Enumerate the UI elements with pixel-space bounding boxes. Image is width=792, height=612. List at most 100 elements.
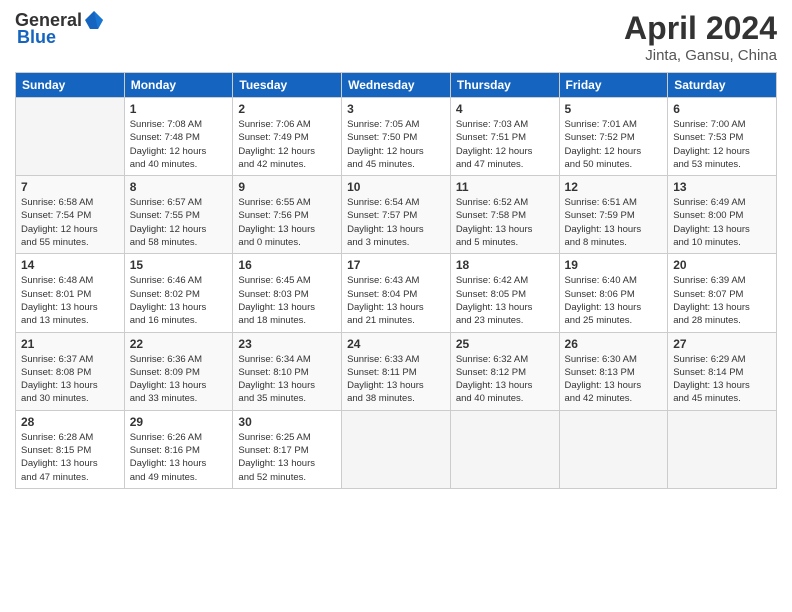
calendar-cell [16,98,125,176]
day-number: 2 [238,102,336,116]
logo-icon [83,9,105,31]
day-info: Sunrise: 7:06 AM Sunset: 7:49 PM Dayligh… [238,118,336,171]
day-number: 4 [456,102,554,116]
calendar-cell: 30 Sunrise: 6:25 AM Sunset: 8:17 PM Dayli… [233,410,342,488]
month-title: April 2024 [624,10,777,47]
day-info: Sunrise: 6:33 AM Sunset: 8:11 PM Dayligh… [347,353,445,406]
calendar-cell: 10 Sunrise: 6:54 AM Sunset: 7:57 PM Dayli… [342,176,451,254]
calendar-cell: 17Sunrise: 6:43 AM Sunset: 8:04 PM Dayli… [342,254,451,332]
day-number: 15 [130,258,228,272]
logo: General Blue [15,10,105,48]
calendar-cell: 12 Sunrise: 6:51 AM Sunset: 7:59 PM Dayli… [559,176,668,254]
day-info: Sunrise: 6:48 AM Sunset: 8:01 PM Dayligh… [21,274,119,327]
day-number: 19 [565,258,663,272]
calendar-cell: 22 Sunrise: 6:36 AM Sunset: 8:09 PM Dayli… [124,332,233,410]
day-number: 17 [347,258,445,272]
calendar-week-row: 14 Sunrise: 6:48 AM Sunset: 8:01 PM Dayli… [16,254,777,332]
day-number: 12 [565,180,663,194]
calendar-cell: 5Sunrise: 7:01 AM Sunset: 7:52 PM Daylig… [559,98,668,176]
calendar-week-row: 28 Sunrise: 6:28 AM Sunset: 8:15 PM Dayli… [16,410,777,488]
calendar-cell: 4 Sunrise: 7:03 AM Sunset: 7:51 PM Daylig… [450,98,559,176]
calendar-week-row: 7 Sunrise: 6:58 AM Sunset: 7:54 PM Daylig… [16,176,777,254]
calendar-cell: 15 Sunrise: 6:46 AM Sunset: 8:02 PM Dayli… [124,254,233,332]
weekday-header: Tuesday [233,73,342,98]
day-number: 22 [130,337,228,351]
day-number: 6 [673,102,771,116]
day-number: 9 [238,180,336,194]
calendar-cell [450,410,559,488]
day-number: 24 [347,337,445,351]
day-info: Sunrise: 7:08 AM Sunset: 7:48 PM Dayligh… [130,118,228,171]
weekday-header: Wednesday [342,73,451,98]
title-block: April 2024 Jinta, Gansu, China [624,10,777,64]
day-number: 1 [130,102,228,116]
day-info: Sunrise: 6:42 AM Sunset: 8:05 PM Dayligh… [456,274,554,327]
calendar-cell: 23 Sunrise: 6:34 AM Sunset: 8:10 PM Dayli… [233,332,342,410]
day-number: 30 [238,415,336,429]
calendar-cell: 8Sunrise: 6:57 AM Sunset: 7:55 PM Daylig… [124,176,233,254]
day-number: 16 [238,258,336,272]
day-number: 14 [21,258,119,272]
calendar-cell: 24 Sunrise: 6:33 AM Sunset: 8:11 PM Dayli… [342,332,451,410]
calendar-cell [559,410,668,488]
calendar-cell: 1 Sunrise: 7:08 AM Sunset: 7:48 PM Daylig… [124,98,233,176]
day-info: Sunrise: 6:28 AM Sunset: 8:15 PM Dayligh… [21,431,119,484]
day-number: 8 [130,180,228,194]
day-info: Sunrise: 6:36 AM Sunset: 8:09 PM Dayligh… [130,353,228,406]
calendar-cell: 7 Sunrise: 6:58 AM Sunset: 7:54 PM Daylig… [16,176,125,254]
calendar-cell: 9 Sunrise: 6:55 AM Sunset: 7:56 PM Daylig… [233,176,342,254]
calendar-cell: 14 Sunrise: 6:48 AM Sunset: 8:01 PM Dayli… [16,254,125,332]
calendar-cell: 2 Sunrise: 7:06 AM Sunset: 7:49 PM Daylig… [233,98,342,176]
day-number: 20 [673,258,771,272]
calendar-cell: 29 Sunrise: 6:26 AM Sunset: 8:16 PM Dayli… [124,410,233,488]
day-number: 27 [673,337,771,351]
day-number: 29 [130,415,228,429]
weekday-header-row: SundayMondayTuesdayWednesdayThursdayFrid… [16,73,777,98]
calendar-cell: 26 Sunrise: 6:30 AM Sunset: 8:13 PM Dayli… [559,332,668,410]
day-info: Sunrise: 6:40 AM Sunset: 8:06 PM Dayligh… [565,274,663,327]
day-info: Sunrise: 6:46 AM Sunset: 8:02 PM Dayligh… [130,274,228,327]
day-number: 18 [456,258,554,272]
weekday-header: Monday [124,73,233,98]
day-number: 23 [238,337,336,351]
day-info: Sunrise: 6:30 AM Sunset: 8:13 PM Dayligh… [565,353,663,406]
location-title: Jinta, Gansu, China [624,47,777,64]
weekday-header: Saturday [668,73,777,98]
day-info: Sunrise: 7:05 AM Sunset: 7:50 PM Dayligh… [347,118,445,171]
day-info: Sunrise: 6:51 AM Sunset: 7:59 PM Dayligh… [565,196,663,249]
calendar-cell: 21 Sunrise: 6:37 AM Sunset: 8:08 PM Dayli… [16,332,125,410]
day-info: Sunrise: 7:01 AM Sunset: 7:52 PM Dayligh… [565,118,663,171]
calendar-cell: 11 Sunrise: 6:52 AM Sunset: 7:58 PM Dayli… [450,176,559,254]
day-number: 13 [673,180,771,194]
day-info: Sunrise: 6:52 AM Sunset: 7:58 PM Dayligh… [456,196,554,249]
day-info: Sunrise: 7:00 AM Sunset: 7:53 PM Dayligh… [673,118,771,171]
header: General Blue April 2024 Jinta, Gansu, Ch… [15,10,777,64]
day-info: Sunrise: 6:49 AM Sunset: 8:00 PM Dayligh… [673,196,771,249]
day-info: Sunrise: 6:54 AM Sunset: 7:57 PM Dayligh… [347,196,445,249]
calendar-cell: 18 Sunrise: 6:42 AM Sunset: 8:05 PM Dayli… [450,254,559,332]
calendar-cell: 27Sunrise: 6:29 AM Sunset: 8:14 PM Dayli… [668,332,777,410]
day-info: Sunrise: 7:03 AM Sunset: 7:51 PM Dayligh… [456,118,554,171]
day-number: 26 [565,337,663,351]
day-info: Sunrise: 6:55 AM Sunset: 7:56 PM Dayligh… [238,196,336,249]
calendar-cell [342,410,451,488]
day-info: Sunrise: 6:34 AM Sunset: 8:10 PM Dayligh… [238,353,336,406]
weekday-header: Thursday [450,73,559,98]
weekday-header: Sunday [16,73,125,98]
weekday-header: Friday [559,73,668,98]
day-info: Sunrise: 6:25 AM Sunset: 8:17 PM Dayligh… [238,431,336,484]
day-number: 10 [347,180,445,194]
day-info: Sunrise: 6:58 AM Sunset: 7:54 PM Dayligh… [21,196,119,249]
day-number: 7 [21,180,119,194]
calendar-cell: 28 Sunrise: 6:28 AM Sunset: 8:15 PM Dayli… [16,410,125,488]
day-info: Sunrise: 6:37 AM Sunset: 8:08 PM Dayligh… [21,353,119,406]
day-number: 21 [21,337,119,351]
day-info: Sunrise: 6:26 AM Sunset: 8:16 PM Dayligh… [130,431,228,484]
logo-blue: Blue [17,27,56,48]
day-number: 25 [456,337,554,351]
calendar-cell: 16Sunrise: 6:45 AM Sunset: 8:03 PM Dayli… [233,254,342,332]
calendar-week-row: 21 Sunrise: 6:37 AM Sunset: 8:08 PM Dayli… [16,332,777,410]
day-number: 28 [21,415,119,429]
day-number: 11 [456,180,554,194]
page-container: General Blue April 2024 Jinta, Gansu, Ch… [0,0,792,499]
